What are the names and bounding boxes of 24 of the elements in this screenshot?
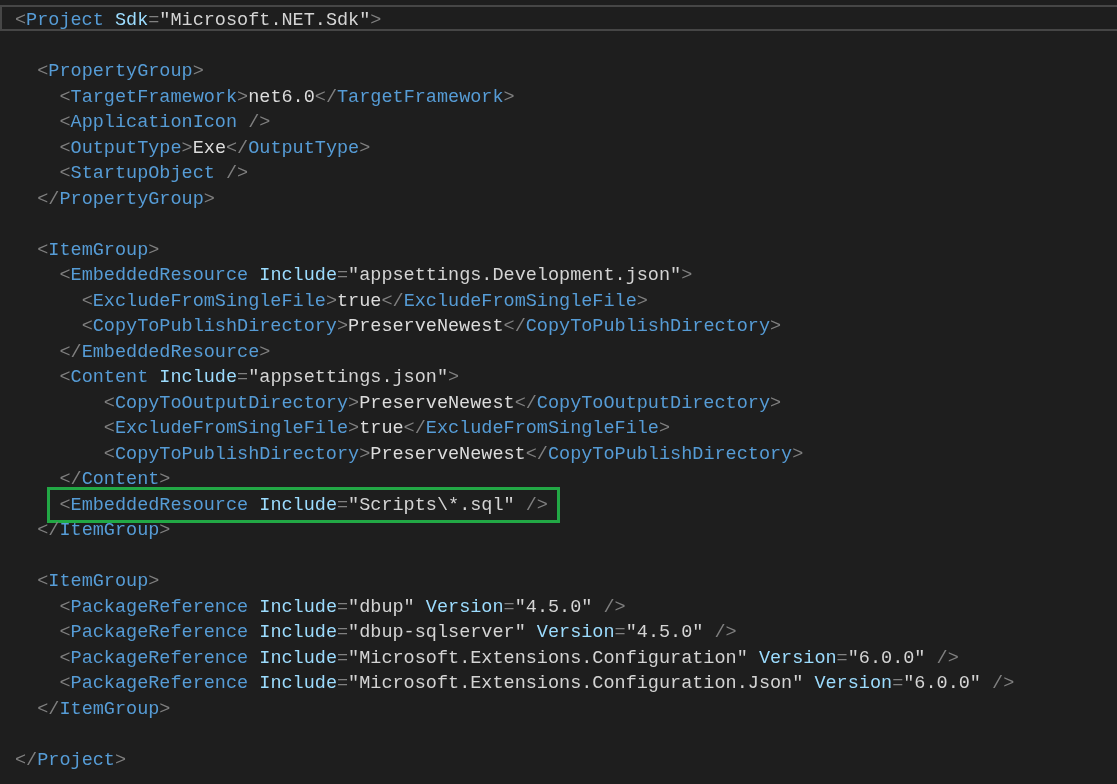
code-line: <CopyToPublishDirectory>PreserveNewest</CopyToPublishDirectory> — [103, 443, 804, 465]
code-line: <CopyToPublishDirectory>PreserveNewest</CopyToPublishDirectory> — [81, 316, 782, 337]
code-line: <PackageReference Include="Microsoft.Extensions.Configuration" Version="6.0.0" /> — [59, 647, 959, 669]
code-line: <Content Include="appsettings.json"> — [59, 367, 460, 388]
code-line: <CopyToOutputDirectory>PreserveNewest</CopyToOutputDirectory> — [103, 392, 782, 414]
code-line: <Project Sdk="Microsoft.NET.Sdk"> — [15, 10, 382, 31]
code-line: <PackageReference Include="dbup" Version="4.5.0" /> — [59, 596, 626, 618]
code-line: </ItemGroup> — [37, 698, 171, 720]
code-line: </EmbeddedResource> — [59, 341, 271, 363]
code-line: </Project> — [15, 749, 127, 771]
code-line: <EmbeddedResource Include="appsettings.Development.json"> — [59, 265, 693, 286]
code-line: <PropertyGroup> — [37, 61, 204, 82]
code-line: <PackageReference Include="Microsoft.Extensions.Configuration.Json" Version="6.0.0" /> — [59, 673, 1015, 694]
code-line: <StartupObject /> — [59, 163, 249, 184]
code-line: </PropertyGroup> — [37, 188, 215, 210]
code-line: <PackageReference Include="dbup-sqlserver" Version="4.5.0" /> — [59, 622, 737, 643]
code-line: <ExcludeFromSingleFile>true</ExcludeFromSingleFile> — [103, 418, 671, 439]
code-line: <ItemGroup> — [37, 239, 160, 261]
code-line: </ItemGroup> — [37, 520, 171, 541]
code-line: <OutputType>Exe</OutputType> — [59, 137, 371, 159]
code-line: <ApplicationIcon /> — [59, 112, 271, 133]
code-line: <ItemGroup> — [37, 571, 160, 592]
code-line: <TargetFramework>net6.0</TargetFramework> — [59, 86, 515, 108]
code-line: <ExcludeFromSingleFile>true</ExcludeFromSingleFile> — [81, 290, 648, 312]
